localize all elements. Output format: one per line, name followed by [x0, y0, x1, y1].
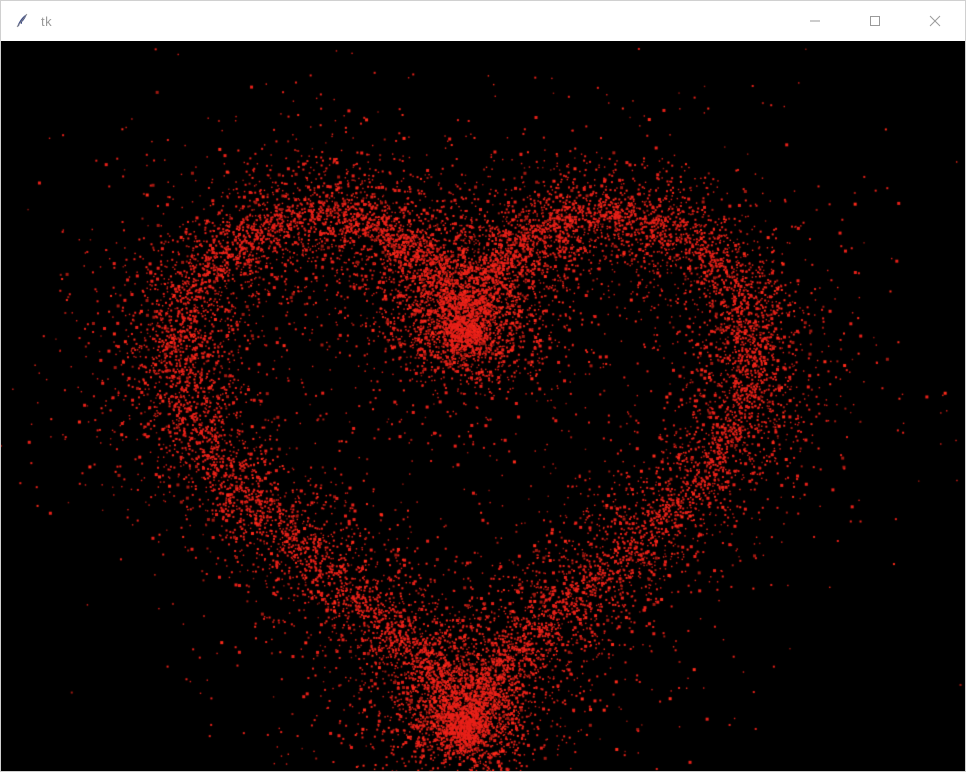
canvas-area — [1, 41, 965, 771]
window-title: tk — [41, 14, 52, 29]
maximize-icon — [869, 15, 881, 27]
minimize-button[interactable] — [785, 1, 845, 41]
heart-canvas — [1, 41, 965, 771]
titlebar: tk — [1, 1, 965, 41]
close-button[interactable] — [905, 1, 965, 41]
minimize-icon — [809, 15, 821, 27]
window-controls — [785, 1, 965, 41]
close-icon — [929, 15, 941, 27]
maximize-button[interactable] — [845, 1, 905, 41]
app-window: tk — [0, 0, 966, 772]
feather-icon — [13, 12, 31, 30]
